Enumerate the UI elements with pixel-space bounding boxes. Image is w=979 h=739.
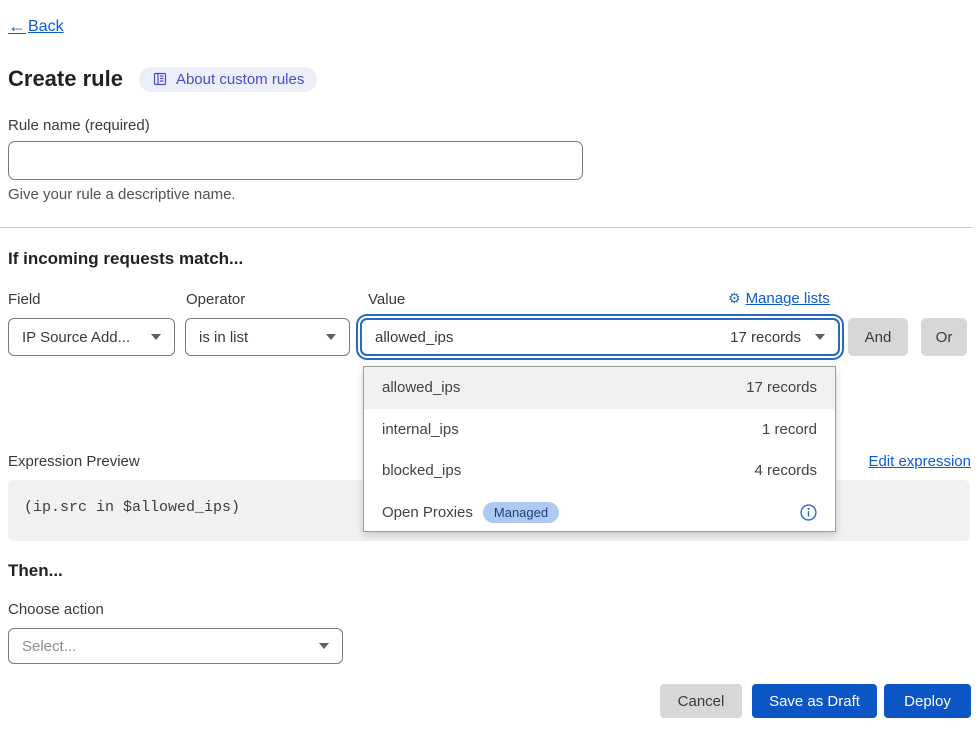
field-select[interactable]: IP Source Add... xyxy=(8,318,175,356)
operator-label: Operator xyxy=(186,291,245,308)
chevron-down-icon xyxy=(326,334,336,340)
value-select[interactable]: allowed_ips 17 records xyxy=(360,318,840,356)
back-link[interactable]: ←Back xyxy=(8,16,64,37)
rule-name-helper-text: Give your rule a descriptive name. xyxy=(8,186,236,203)
value-select-record-count: 17 records xyxy=(730,329,801,346)
action-select-placeholder: Select... xyxy=(22,638,76,655)
list-name: internal_ips xyxy=(382,421,459,438)
list-name: blocked_ips xyxy=(382,462,461,479)
save-as-draft-button[interactable]: Save as Draft xyxy=(752,684,877,718)
operator-select[interactable]: is in list xyxy=(185,318,350,356)
match-section-heading: If incoming requests match... xyxy=(8,249,243,269)
then-section-heading: Then... xyxy=(8,561,63,581)
dropdown-option-blocked-ips[interactable]: blocked_ips 4 records xyxy=(364,450,835,492)
expression-code: (ip.src in $allowed_ips) xyxy=(24,499,240,516)
about-custom-rules-label: About custom rules xyxy=(176,71,304,88)
edit-expression-link[interactable]: Edit expression xyxy=(868,453,971,470)
list-record-count: 17 records xyxy=(746,379,817,396)
value-select-value: allowed_ips xyxy=(375,329,453,346)
chevron-down-icon xyxy=(319,643,329,649)
chevron-down-icon xyxy=(815,334,825,340)
gear-icon: ⚙ xyxy=(728,291,741,307)
back-label: Back xyxy=(28,18,64,36)
choose-action-label: Choose action xyxy=(8,601,104,618)
expression-preview-label: Expression Preview xyxy=(8,453,140,470)
manage-lists-link[interactable]: ⚙ Manage lists xyxy=(728,290,841,307)
value-dropdown-menu: allowed_ips 17 records internal_ips 1 re… xyxy=(363,366,836,532)
book-icon xyxy=(152,71,168,87)
rule-name-input[interactable] xyxy=(8,141,583,180)
or-button[interactable]: Or xyxy=(921,318,967,356)
cancel-button[interactable]: Cancel xyxy=(660,684,742,718)
rule-name-label: Rule name (required) xyxy=(8,117,150,134)
list-record-count: 1 record xyxy=(762,421,817,438)
field-label: Field xyxy=(8,291,41,308)
dropdown-option-allowed-ips[interactable]: allowed_ips 17 records xyxy=(364,367,835,409)
operator-select-value: is in list xyxy=(199,329,248,346)
manage-lists-label: Manage lists xyxy=(746,290,830,307)
list-name: allowed_ips xyxy=(382,379,460,396)
dropdown-option-internal-ips[interactable]: internal_ips 1 record xyxy=(364,409,835,451)
list-record-count: 4 records xyxy=(754,462,817,479)
chevron-down-icon xyxy=(151,334,161,340)
info-icon[interactable] xyxy=(800,504,817,521)
section-divider xyxy=(0,227,972,228)
left-arrow-icon: ← xyxy=(8,16,26,37)
create-rule-page: ←Back Create rule About custom rules Rul… xyxy=(0,0,979,739)
action-select[interactable]: Select... xyxy=(8,628,343,664)
dropdown-option-open-proxies[interactable]: Open Proxies Managed xyxy=(364,492,835,534)
title-row: Create rule About custom rules xyxy=(8,66,317,92)
about-custom-rules-link[interactable]: About custom rules xyxy=(139,67,317,92)
deploy-button[interactable]: Deploy xyxy=(884,684,971,718)
field-select-value: IP Source Add... xyxy=(22,329,130,346)
managed-badge: Managed xyxy=(483,502,559,523)
value-label: Value xyxy=(368,291,405,308)
page-title: Create rule xyxy=(8,66,123,92)
list-name: Open Proxies xyxy=(382,504,473,521)
and-button[interactable]: And xyxy=(848,318,908,356)
